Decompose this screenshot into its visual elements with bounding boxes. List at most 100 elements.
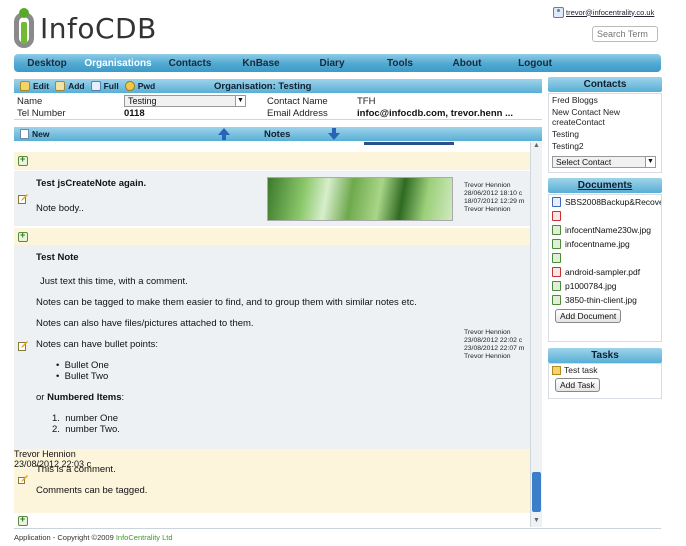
user-email[interactable]: trevor@infocentrality.co.uk (566, 8, 654, 17)
add-task-button[interactable]: Add Task (555, 378, 600, 392)
edit-note-icon[interactable] (18, 341, 28, 351)
full-label: Full (103, 81, 119, 91)
note-paragraph: Notes can also have files/pictures attac… (36, 318, 254, 329)
organisation-title: Organisation: Testing (214, 80, 312, 92)
note-meta: Trevor Hennion 23/08/2012 22:02 c 23/08/… (464, 329, 525, 360)
documents-panel-title[interactable]: Documents (548, 178, 662, 193)
arrow-up-icon[interactable] (217, 127, 231, 141)
image-file-icon (552, 239, 561, 249)
email-value: infoc@infocdb.com, trevor.henn ... (357, 108, 513, 119)
contacts-panel: Fred Bloggs New Contact New createContac… (548, 93, 662, 173)
tasks-panel-title: Tasks (548, 348, 662, 363)
nav-knbase[interactable]: KnBase (224, 58, 298, 69)
tasks-panel: Test task Add Task (548, 363, 662, 399)
notes-scrollbar[interactable]: ▲ ▼ (530, 142, 542, 527)
nav-organisations[interactable]: Organisations (80, 58, 156, 69)
key-icon (124, 81, 135, 91)
document-item[interactable]: infocentName230w.jpg (549, 223, 661, 237)
name-label: Name (17, 96, 43, 107)
note-item: Test jsCreateNote again. Note body.. Tre… (14, 171, 530, 226)
edit-button[interactable]: Edit (20, 81, 49, 91)
pdf-icon (552, 267, 561, 277)
pwd-button[interactable]: Pwd (124, 81, 156, 91)
arrow-down-icon[interactable] (327, 127, 341, 141)
full-button[interactable]: Full (90, 81, 119, 91)
nav-logout[interactable]: Logout (500, 58, 570, 69)
main-nav: Desktop Organisations Contacts KnBase Di… (14, 54, 661, 72)
scroll-up-icon[interactable]: ▲ (531, 142, 542, 152)
document-item[interactable]: 3850-thin-client.jpg (549, 293, 661, 307)
numbered-item: 1. number One (52, 413, 119, 424)
add-note-icon[interactable] (18, 154, 28, 166)
add-button[interactable]: Add (55, 81, 85, 91)
app-name: InfoCDB (40, 11, 157, 45)
task-item[interactable]: Test task (549, 364, 661, 376)
note-comment: This is a comment. Comments can be tagge… (14, 449, 530, 513)
add-organisation-icon (55, 81, 66, 91)
add-note-row (14, 513, 530, 527)
notes-list: Test jsCreateNote again. Note body.. Tre… (14, 142, 530, 527)
contact-item[interactable]: Testing (549, 128, 661, 140)
nav-desktop[interactable]: Desktop (14, 58, 80, 69)
document-item[interactable] (549, 209, 661, 223)
scroll-down-icon[interactable]: ▼ (531, 517, 542, 527)
add-document-button[interactable]: Add Document (555, 309, 622, 323)
logo-icon (14, 8, 36, 48)
select-contact-dropdown[interactable]: Select Contact ▼ (552, 156, 656, 168)
organisation-fields: Name Testing ▼ Tel Number 0118 Contact N… (14, 94, 542, 120)
email-label: Email Address (267, 108, 328, 119)
footer-copyright: Application - Copyright ©2009 (14, 533, 116, 542)
edit-note-icon[interactable] (18, 194, 28, 204)
new-note-label: New (32, 129, 50, 139)
pencil-icon (20, 81, 30, 91)
new-note-button[interactable]: New (20, 129, 49, 139)
pdf-icon (552, 211, 561, 221)
chevron-down-icon: ▼ (235, 96, 245, 106)
document-item[interactable] (549, 251, 661, 265)
document-item[interactable]: SBS2008Backup&Recover (549, 195, 661, 209)
pwd-label: Pwd (137, 81, 156, 91)
nav-diary[interactable]: Diary (298, 58, 366, 69)
document-item[interactable]: infocentname.jpg (549, 237, 661, 251)
comment-line: Comments can be tagged. (36, 485, 148, 496)
user-icon (553, 6, 564, 18)
note-paragraph: Notes can be tagged to make them easier … (36, 297, 417, 308)
nav-contacts[interactable]: Contacts (156, 58, 224, 69)
notes-toolbar: New Notes (14, 127, 542, 141)
nav-tools[interactable]: Tools (366, 58, 434, 69)
scroll-thumb[interactable] (532, 472, 541, 512)
add-note-icon[interactable] (18, 230, 28, 242)
note-item: Test Note Just text this time, with a co… (14, 245, 530, 449)
word-doc-icon (552, 197, 561, 207)
contact-item[interactable]: Fred Bloggs (549, 94, 661, 106)
user-link[interactable]: trevor@infocentrality.co.uk (553, 5, 654, 19)
pencil-icon (552, 365, 561, 375)
nav-about[interactable]: About (434, 58, 500, 69)
search-input[interactable] (592, 26, 658, 42)
organisation-toolbar: Edit Add Full Pwd Organisation: Testing (14, 79, 542, 93)
select-contact-label: Select Contact (556, 157, 612, 167)
divider (364, 142, 454, 145)
footer-brand-link[interactable]: InfoCentrality Ltd (116, 533, 173, 542)
edit-label: Edit (33, 81, 50, 91)
full-view-icon (90, 81, 101, 91)
bullet-item: • Bullet Two (56, 371, 109, 382)
chevron-down-icon: ▼ (645, 157, 655, 167)
organisation-name-select[interactable]: Testing ▼ (124, 95, 246, 107)
task-label: Test task (564, 365, 598, 375)
edit-comment-icon[interactable] (18, 475, 28, 485)
contact-name-value: TFH (357, 96, 376, 107)
tel-value: 0118 (124, 108, 145, 119)
note-attachment-image[interactable] (267, 177, 453, 221)
note-paragraph: Notes can have bullet points: (36, 339, 158, 350)
note-body: Note body.. (36, 203, 84, 214)
contact-item[interactable]: Testing2 (549, 140, 661, 152)
note-title: Test jsCreateNote again. (36, 178, 147, 189)
contact-item[interactable]: New Contact New createContact (549, 106, 661, 128)
document-item[interactable]: p1000784.jpg (549, 279, 661, 293)
bullet-item: • Bullet One (56, 360, 109, 371)
document-item[interactable]: android-sampler.pdf (549, 265, 661, 279)
new-note-icon (20, 129, 29, 139)
add-note-icon[interactable] (18, 514, 28, 526)
image-file-icon (552, 225, 561, 235)
